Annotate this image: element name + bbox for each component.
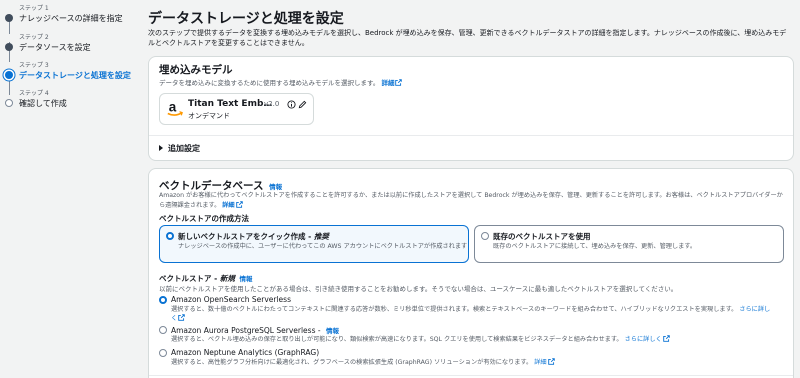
radio-unselected[interactable] xyxy=(159,326,167,334)
store-title: Amazon Aurora PostgreSQL Serverless - 情報 xyxy=(171,325,339,335)
info-link[interactable]: 情報 xyxy=(269,183,282,191)
info-link[interactable]: 情報 xyxy=(326,327,339,335)
divider xyxy=(149,135,793,136)
info-link[interactable]: 情報 xyxy=(239,275,252,283)
details-link-label: 詳細 xyxy=(534,359,547,366)
step-label: データソースを設定 xyxy=(19,43,91,52)
external-link-icon xyxy=(662,335,670,342)
option-description: 既存のベクトルストアに接続して、埋め込みを保存、更新、管理します。 xyxy=(493,243,697,250)
radio-unselected[interactable] xyxy=(481,232,489,240)
step-number: ステップ 4 xyxy=(19,90,49,97)
step-number: ステップ 3 xyxy=(19,62,49,69)
additional-settings-label: 追加設定 xyxy=(168,144,200,153)
page-title: データストレージと処理を設定 xyxy=(148,11,344,27)
step-todo-icon xyxy=(5,99,13,107)
vector-store-label-text: ベクトルストア - xyxy=(159,274,220,283)
step-label: データストレージと処理を設定 xyxy=(19,71,131,80)
step-connector xyxy=(8,79,10,95)
store-description-text: 選択すると、高性能グラフ分析向けに最適化され、グラフベースの検索拡張生成 (Gr… xyxy=(171,359,533,366)
store-title-text: Amazon Aurora PostgreSQL Serverless - xyxy=(171,326,323,335)
divider xyxy=(149,375,793,376)
store-description-text: 選択すると、ベクトル埋め込みの保存と取り出しが可能になり、類似検索が高速になりま… xyxy=(171,336,623,343)
page-description: 次のステップで提供するデータを変換する埋め込みモデルを選択し、Bedrock が… xyxy=(148,29,787,47)
store-title: Amazon Neptune Analytics (GraphRAG) xyxy=(171,348,320,357)
embedding-model-description: データを埋め込みに変換するために使用する埋め込みモデルを選択します。 詳細 xyxy=(159,77,403,87)
step-label: ナレッジベースの詳細を指定 xyxy=(19,14,123,23)
embedding-model-card: 埋め込みモデル データを埋め込みに変換するために使用する埋め込みモデルを選択しま… xyxy=(148,56,794,161)
creation-method-label: ベクトルストアの作成方法 xyxy=(159,214,249,223)
embedding-description-text: データを埋め込みに変換するために使用する埋め込みモデルを選択します。 xyxy=(159,79,380,87)
embedding-model-heading: 埋め込みモデル xyxy=(159,64,233,76)
step-number: ステップ 2 xyxy=(19,34,49,41)
vector-database-card: ベクトルデータベース 情報 Amazon がお客様に代わってベクトルストアを作成… xyxy=(148,168,794,378)
step-done-icon xyxy=(5,43,13,51)
wizard-steps: ステップ 1 ナレッジベースの詳細を指定 ステップ 2 データソースを設定 ステ… xyxy=(0,0,135,378)
details-link[interactable]: 詳細 xyxy=(222,200,243,209)
caret-right-icon xyxy=(159,145,163,151)
vector-database-heading: ベクトルデータベース 情報 xyxy=(159,178,282,193)
quick-create-option[interactable]: 新しいベクトルストアをクイック作成 - 推奨 ナレッジベースの作成中に、ユーザー… xyxy=(159,225,469,263)
store-description: 選択すると、ベクトル埋め込みの保存と取り出しが可能になり、類似検索が高速になりま… xyxy=(171,335,771,344)
model-version: v2.0 xyxy=(264,100,280,108)
learn-more-label: さらに詳しく xyxy=(624,336,662,343)
learn-more-link[interactable]: さらに詳しく xyxy=(624,335,670,343)
model-mode: オンデマンド xyxy=(188,112,230,120)
vector-database-description: Amazon がお客様に代わってベクトルストアを作成することを許可するか、または… xyxy=(159,192,784,210)
store-description: 選択すると、高性能グラフ分析向けに最適化され、グラフベースの検索拡張生成 (Gr… xyxy=(171,358,771,367)
details-link-label: 詳細 xyxy=(222,201,235,209)
external-link-icon xyxy=(395,79,403,86)
external-link-icon xyxy=(178,314,185,321)
store-description: 選択すると、数十億のベクトルにわたってコンテキストに関連する応答が数秒、ミリ秒単… xyxy=(171,305,771,323)
external-link-icon xyxy=(547,358,555,365)
radio-selected[interactable] xyxy=(159,296,167,304)
store-title: Amazon OpenSearch Serverless xyxy=(171,295,291,304)
svg-text:a: a xyxy=(169,100,177,115)
amazon-logo-icon: a xyxy=(167,100,183,116)
option-title-text: 新しいベクトルストアをクイック作成 - xyxy=(178,232,314,241)
details-link-label: 詳細 xyxy=(381,79,395,87)
model-name: Titan Text Emb… xyxy=(188,99,273,109)
selected-model-box[interactable]: a Titan Text Emb… v2.0 オンデマンド xyxy=(159,93,314,125)
external-link-icon xyxy=(235,200,243,208)
option-description: ナレッジベースの作成中に、ユーザーに代わってこの AWS アカウントにベクトルス… xyxy=(178,243,468,250)
store-description-text: 選択すると、数十億のベクトルにわたってコンテキストに関連する応答が数秒、ミリ秒単… xyxy=(171,306,738,313)
details-link[interactable]: 詳細 xyxy=(534,358,555,366)
details-link[interactable]: 詳細 xyxy=(381,79,403,87)
radio-unselected[interactable] xyxy=(159,349,167,357)
step-done-icon xyxy=(5,14,13,22)
existing-store-option[interactable]: 既存のベクトルストアを使用 既存のベクトルストアに接続して、埋め込みを保存、更新… xyxy=(474,225,784,263)
step-current-icon xyxy=(5,71,13,79)
radio-selected[interactable] xyxy=(166,232,174,240)
step-label: 確認して作成 xyxy=(19,99,67,108)
info-icon[interactable] xyxy=(287,100,296,109)
vector-description-text: Amazon がお客様に代わってベクトルストアを作成することを許可するか、または… xyxy=(159,192,783,209)
edit-pencil-icon[interactable] xyxy=(298,100,307,109)
vector-store-description: 以前にベクトルストアを使用したことがある場合は、引き続き使用することをお勧めしま… xyxy=(159,285,678,293)
vector-database-title: ベクトルデータベース xyxy=(159,180,264,192)
additional-settings-expander[interactable]: 追加設定 xyxy=(159,143,200,154)
recommended-tag: 推奨 xyxy=(313,232,329,241)
step-number: ステップ 1 xyxy=(19,5,49,12)
new-tag: 新規 xyxy=(219,274,235,283)
